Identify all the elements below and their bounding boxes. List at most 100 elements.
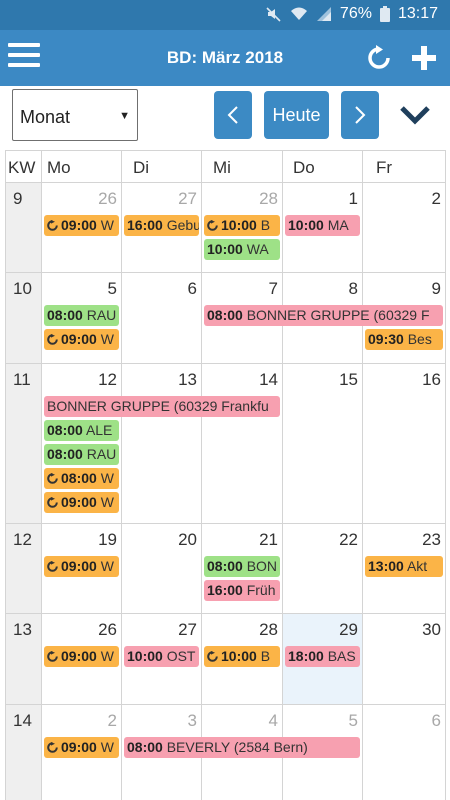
day-number[interactable]: 26 xyxy=(47,189,117,209)
calendar-event[interactable]: BONNER GRUPPE (60329 Frankfu xyxy=(44,396,280,417)
event-time: 08:00 xyxy=(47,307,83,323)
recurring-icon xyxy=(47,738,58,753)
recurring-icon xyxy=(47,216,58,231)
refresh-icon[interactable] xyxy=(366,45,392,71)
day-number[interactable]: 23 xyxy=(371,530,441,550)
calendar-event[interactable]: 08:00 BON xyxy=(204,556,280,577)
day-number[interactable]: 2 xyxy=(371,189,441,209)
calendar-event[interactable]: 08:00 BEVERLY (2584 Bern) xyxy=(124,737,360,758)
day-number[interactable]: 6 xyxy=(371,711,441,731)
event-title: OST xyxy=(166,648,196,664)
calendar-event[interactable]: 08:00 W xyxy=(44,468,119,489)
day-number[interactable]: 28 xyxy=(208,189,278,209)
today-button[interactable]: Heute xyxy=(264,91,329,139)
day-number[interactable]: 30 xyxy=(371,620,441,640)
day-number[interactable]: 4 xyxy=(208,711,278,731)
day-number[interactable]: 16 xyxy=(371,370,441,390)
calendar-event[interactable]: 16:00 Geburtstag xyxy=(124,215,199,236)
event-title: W xyxy=(100,470,114,486)
day-number[interactable]: 27 xyxy=(127,189,197,209)
next-month-button[interactable] xyxy=(341,91,379,139)
event-title: W xyxy=(100,739,114,755)
calendar-event[interactable]: 10:00 OST xyxy=(124,646,199,667)
calendar-event[interactable]: 10:00 B xyxy=(204,646,280,667)
event-title: Bes xyxy=(407,331,432,347)
day-number[interactable]: 14 xyxy=(208,370,278,390)
event-time: 10:00 xyxy=(288,217,324,233)
battery-text: 76% xyxy=(339,5,372,22)
expand-chevron-icon[interactable] xyxy=(398,103,432,127)
recurring-icon xyxy=(47,469,58,484)
day-number[interactable]: 12 xyxy=(47,370,117,390)
day-number[interactable]: 29 xyxy=(288,620,358,640)
event-title: MA xyxy=(327,217,349,233)
day-number[interactable]: 9 xyxy=(371,279,441,299)
grid-line xyxy=(5,150,6,800)
week-number: 11 xyxy=(13,370,31,389)
event-time: 09:00 xyxy=(61,739,97,755)
calendar-event[interactable]: 10:00 WA xyxy=(204,239,280,260)
previous-month-button[interactable] xyxy=(214,91,252,139)
day-number[interactable]: 27 xyxy=(127,620,197,640)
calendar-event[interactable]: 09:00 W xyxy=(44,329,119,350)
event-time: 10:00 xyxy=(207,241,243,257)
calendar-event[interactable]: 09:00 W xyxy=(44,646,119,667)
recurring-icon xyxy=(47,330,58,345)
calendar-event[interactable]: 08:00 BONNER GRUPPE (60329 F xyxy=(204,305,443,326)
view-select[interactable]: Monat ▼ xyxy=(12,89,138,141)
day-number[interactable]: 5 xyxy=(47,279,117,299)
event-title: W xyxy=(100,494,114,510)
grid-line xyxy=(5,272,445,273)
calendar-event[interactable]: 10:00 MA xyxy=(285,215,360,236)
grid-line xyxy=(5,613,445,614)
event-title: RAU xyxy=(86,446,117,462)
day-number[interactable]: 28 xyxy=(208,620,278,640)
signal-icon xyxy=(316,6,332,22)
calendar-event[interactable]: 09:30 Bes xyxy=(365,329,443,350)
day-number[interactable]: 15 xyxy=(288,370,358,390)
calendar-event[interactable]: 09:00 W xyxy=(44,492,119,513)
calendar-event[interactable]: 09:00 W xyxy=(44,737,119,758)
day-number[interactable]: 6 xyxy=(127,279,197,299)
event-time: 08:00 xyxy=(127,739,163,755)
day-number[interactable]: 8 xyxy=(288,279,358,299)
event-title: RAU xyxy=(86,307,117,323)
day-number[interactable]: 22 xyxy=(288,530,358,550)
calendar-event[interactable]: 13:00 Akt xyxy=(365,556,443,577)
day-number[interactable]: 5 xyxy=(288,711,358,731)
day-number[interactable]: 21 xyxy=(208,530,278,550)
status-bar: 76% 13:17 xyxy=(0,0,450,30)
day-number[interactable]: 20 xyxy=(127,530,197,550)
wifi-icon xyxy=(290,6,308,22)
event-title: Geburtstag xyxy=(166,217,199,233)
calendar-event[interactable]: 10:00 B xyxy=(204,215,280,236)
calendar-event[interactable]: 09:00 W xyxy=(44,215,119,236)
weekday-header: Di xyxy=(133,158,150,177)
event-time: 16:00 xyxy=(207,582,243,598)
grid-line xyxy=(282,150,283,800)
add-icon[interactable] xyxy=(410,44,438,72)
grid-line xyxy=(41,150,42,800)
grid-line xyxy=(5,182,445,183)
calendar-event[interactable]: 08:00 RAU xyxy=(44,444,119,465)
day-number[interactable]: 3 xyxy=(127,711,197,731)
calendar-event[interactable]: 08:00 ALE xyxy=(44,420,119,441)
calendar-event[interactable]: 18:00 BAS xyxy=(285,646,360,667)
calendar-event[interactable]: 08:00 RAU xyxy=(44,305,119,326)
event-time: 08:00 xyxy=(207,558,243,574)
day-number[interactable]: 13 xyxy=(127,370,197,390)
calendar-event[interactable]: 16:00 Früh xyxy=(204,580,280,601)
week-number: 14 xyxy=(13,711,32,730)
day-number[interactable]: 19 xyxy=(47,530,117,550)
week-number: 13 xyxy=(13,620,32,639)
day-number[interactable]: 26 xyxy=(47,620,117,640)
day-number[interactable]: 2 xyxy=(47,711,117,731)
grid-line xyxy=(5,523,445,524)
day-number[interactable]: 1 xyxy=(288,189,358,209)
event-time: 09:00 xyxy=(61,558,97,574)
calendar-event[interactable]: 09:00 W xyxy=(44,556,119,577)
day-number[interactable]: 7 xyxy=(208,279,278,299)
event-title: Akt xyxy=(406,558,428,574)
week-number: 12 xyxy=(13,530,32,549)
week-number-cell xyxy=(5,182,41,272)
